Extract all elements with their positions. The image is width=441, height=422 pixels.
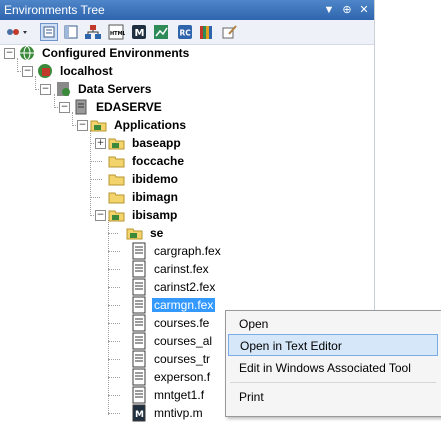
folder-open-icon [108, 210, 125, 222]
tree-node-label: ibimagn [132, 190, 179, 204]
tree-node-label: carinst.fex [154, 262, 209, 276]
tree-node-label: Data Servers [78, 82, 152, 96]
panel-menu-dropdown-icon[interactable]: ▼ [322, 3, 336, 17]
folder-open-icon [90, 120, 107, 132]
procedure-file-icon [132, 332, 146, 350]
m-report-icon[interactable]: M [130, 23, 148, 41]
tree-node-label: se [150, 226, 164, 240]
master-file-icon: M [132, 404, 146, 422]
tree-node-label: Applications [114, 118, 187, 132]
tree-node-label: experson.f [154, 370, 211, 384]
tree-node-label: EDASERVE [96, 100, 162, 114]
tree-node-label: courses_tr [154, 352, 211, 366]
menu-item-edit-in-windows-associated-tool[interactable]: Edit in Windows Associated Tool [228, 357, 438, 379]
tree-node-label: carmgn.fex [152, 298, 216, 312]
rc-icon[interactable]: RC [176, 23, 194, 41]
tree-node-label: baseapp [132, 136, 181, 150]
procedure-file-icon [132, 278, 146, 296]
tree-toolbar: HTML M RC [0, 20, 374, 45]
procedure-file-icon [132, 350, 146, 368]
tree-node-label: foccache [132, 154, 185, 168]
folder-icon [108, 156, 125, 168]
svg-text:M: M [135, 410, 144, 420]
chart-icon[interactable] [152, 23, 170, 41]
svg-text:RC: RC [180, 29, 192, 38]
context-menu: Open Open in Text Editor Edit in Windows… [225, 310, 441, 417]
collapse-edaserve[interactable]: − [59, 102, 70, 113]
panel-title: Environments Tree [4, 3, 105, 17]
tree-node-label: ibidemo [132, 172, 179, 186]
menu-item-open[interactable]: Open [228, 313, 438, 335]
tree-node-label: localhost [60, 64, 113, 78]
tree-node-label: Configured Environments [42, 46, 190, 60]
expand-baseapp[interactable]: + [95, 138, 106, 149]
view-list-icon[interactable] [40, 23, 58, 41]
html-icon[interactable]: HTML [107, 23, 127, 41]
tree-node-label: courses.fe [154, 316, 210, 330]
procedure-file-icon [132, 386, 146, 404]
procedure-file-icon [132, 314, 146, 332]
tree-node-label: cargraph.fex [154, 244, 221, 258]
folder-icon [108, 192, 125, 204]
network-icon[interactable] [84, 23, 102, 41]
collapse-ibisamp[interactable]: − [95, 210, 106, 221]
library-books-icon[interactable] [198, 23, 216, 41]
procedure-file-icon [132, 242, 146, 260]
close-icon[interactable]: ✕ [357, 3, 371, 17]
panel-titlebar: Environments Tree ▼ ⊕ ✕ [0, 0, 374, 20]
globe-environments-icon [20, 45, 34, 61]
environment-actions-icon[interactable] [4, 23, 30, 41]
tree-node-label: mntivp.m [154, 406, 203, 420]
menu-item-print[interactable]: Print [228, 386, 438, 408]
tree-node-label: courses_al [154, 334, 213, 348]
svg-text:HTML: HTML [110, 31, 125, 37]
menu-item-open-in-text-editor[interactable]: Open in Text Editor [228, 334, 438, 356]
collapse-configured-environments[interactable]: − [4, 48, 15, 59]
procedure-file-icon [132, 296, 146, 314]
tree-node-label: carinst2.fex [154, 280, 216, 294]
collapse-localhost[interactable]: − [22, 66, 33, 77]
view-details-icon[interactable] [62, 23, 80, 41]
menu-separator [230, 382, 436, 383]
server-icon [75, 99, 87, 115]
pin-icon[interactable]: ⊕ [340, 3, 354, 17]
folder-app-icon [108, 138, 125, 150]
svg-text:M: M [135, 28, 145, 39]
tree-node-label: mntget1.f [154, 388, 205, 402]
data-servers-icon [57, 82, 70, 96]
tree-node-label: ibisamp [132, 208, 178, 222]
folder-icon [108, 174, 125, 186]
host-globe-icon [38, 64, 52, 78]
compose-icon[interactable] [220, 23, 238, 41]
folder-app-icon [126, 228, 143, 240]
collapse-data-servers[interactable]: − [40, 84, 51, 95]
procedure-file-icon [132, 368, 146, 386]
procedure-file-icon [132, 260, 146, 278]
collapse-applications[interactable]: − [77, 120, 88, 131]
